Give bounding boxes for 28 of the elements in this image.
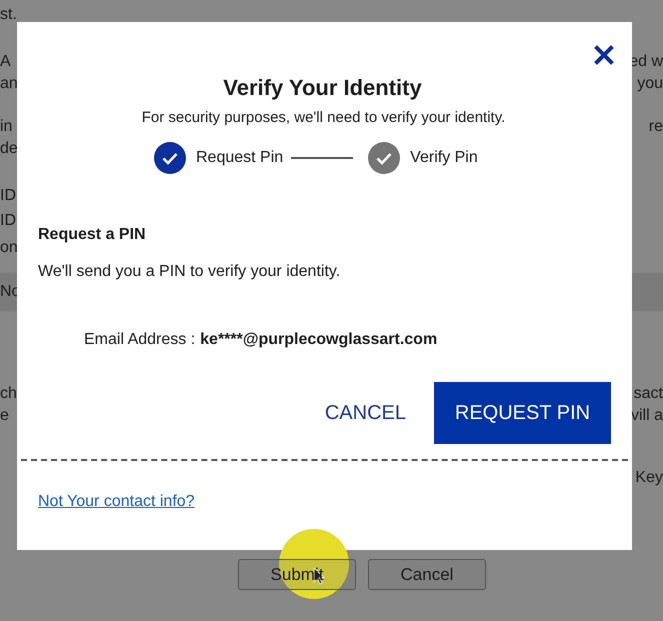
text-fragment: on [0,238,18,258]
step-label: Verify Pin [410,149,478,167]
text-fragment: de [0,139,18,159]
dialog-title: Verify Your Identity [223,75,422,101]
step-label: Request Pin [196,149,284,167]
dialog-subtitle: For security purposes, we'll need to verify your identity. [142,109,506,126]
text-fragment: you [637,74,663,94]
text-fragment: vill a [630,406,663,426]
cancel-button[interactable]: Cancel [368,559,486,590]
text-fragment: sact [634,384,663,404]
text-fragment: ID [0,211,16,231]
text-fragment: ch [0,384,17,404]
cancel-button[interactable]: CANCEL [320,396,410,430]
request-pin-button[interactable]: REQUEST PIN [434,382,611,444]
contact-link[interactable]: Not Your contact info? [38,493,195,511]
text-fragment: Key [635,468,663,488]
text-fragment: an [0,74,18,94]
text-fragment: e [0,406,9,426]
text-fragment: st. [0,5,17,25]
email-value: ke****@purplecowglassart.com [200,331,438,349]
text-fragment: re [648,117,663,137]
field-label: Email Address : [84,331,196,349]
message-text: We'll send you a PIN to verify your identity. [38,263,342,281]
text-fragment: in [0,117,12,137]
text-fragment: A [0,52,11,72]
close-button[interactable] [593,44,615,66]
text-fragment: ID [0,186,16,206]
section-title: Request a PIN [38,226,147,244]
